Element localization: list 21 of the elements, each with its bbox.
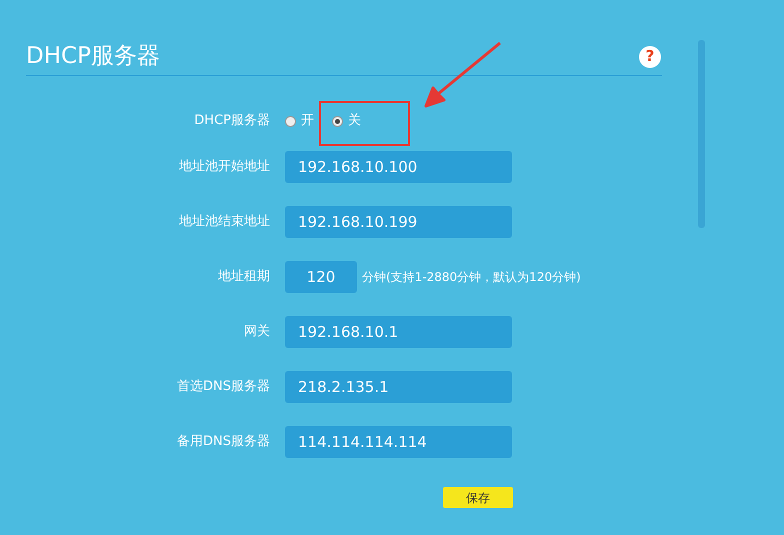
- field-label: DHCP服务器: [193, 112, 270, 130]
- field-label: 地址租期: [217, 268, 270, 286]
- input-field[interactable]: 120: [285, 261, 357, 293]
- input-field[interactable]: 192.168.10.1: [285, 316, 512, 348]
- field-label: 首选DNS服务器: [176, 378, 270, 396]
- radio-icon[interactable]: [285, 116, 296, 126]
- radio-icon[interactable]: [332, 116, 343, 126]
- help-icon[interactable]: ?: [639, 46, 661, 68]
- hint-text: 分钟(支持1-2880分钟，默认为120分钟): [362, 269, 581, 286]
- input-field[interactable]: 192.168.10.199: [285, 206, 512, 238]
- field-label: 地址池开始地址: [178, 158, 270, 176]
- radio-option[interactable]: 开: [285, 111, 314, 131]
- input-field[interactable]: 218.2.135.1: [285, 371, 512, 403]
- field-label: 网关: [243, 323, 270, 342]
- field-label: 地址池结束地址: [178, 213, 270, 232]
- page-title: DHCP服务器: [26, 42, 160, 72]
- input-field[interactable]: 114.114.114.114: [285, 426, 512, 458]
- field-label: 备用DNS服务器: [176, 433, 270, 452]
- save-button[interactable]: 保存: [443, 487, 513, 508]
- radio-option[interactable]: 关: [332, 111, 361, 131]
- input-field[interactable]: 192.168.10.100: [285, 151, 512, 183]
